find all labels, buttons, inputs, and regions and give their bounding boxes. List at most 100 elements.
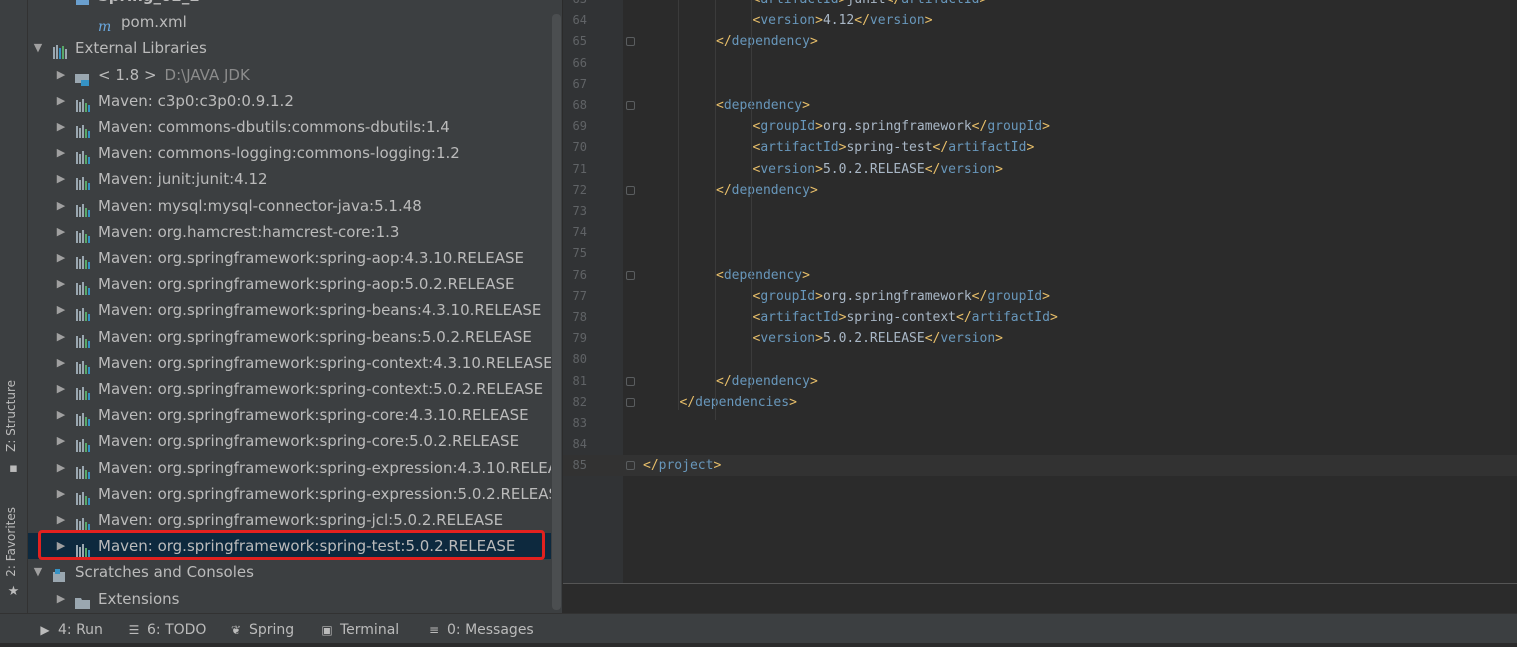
tree-row[interactable]: ▶ Maven: org.springframework:spring-core:… xyxy=(28,428,562,454)
tree-row[interactable]: ▶ Maven: org.springframework:spring-conte… xyxy=(28,350,562,376)
xml-tag-name: artifactId xyxy=(901,0,979,7)
bottom-tab-run[interactable]: ▶ 4: Run xyxy=(38,614,103,643)
tree-row[interactable]: ▶ Maven: org.springframework:spring-beans… xyxy=(28,324,562,350)
bottom-tab-todo[interactable]: ☰ 6: TODO xyxy=(127,614,207,643)
xml-tag-name: dependency xyxy=(731,373,810,389)
collapsed-arrow-icon[interactable]: ▶ xyxy=(55,140,67,166)
libraries-icon xyxy=(52,41,68,60)
tree-row[interactable]: ▶ Maven: org.springframework:spring-expre… xyxy=(28,455,562,481)
collapsed-arrow-icon[interactable]: ▶ xyxy=(55,166,67,192)
tree-row[interactable]: ▶ Extensions xyxy=(28,586,562,612)
code-line[interactable]: 81 </dependency> xyxy=(563,371,1517,392)
collapsed-arrow-icon[interactable]: ▶ xyxy=(55,376,67,402)
tree-row[interactable]: ▶ Maven: org.hamcrest:hamcrest-core:1.3 xyxy=(28,219,562,245)
tree-row-text: Maven: org.springframework:spring-beans:… xyxy=(98,301,542,320)
code-line[interactable]: 67 xyxy=(563,74,1517,95)
collapsed-arrow-icon[interactable]: ▶ xyxy=(55,324,67,350)
code-line[interactable]: 84 xyxy=(563,434,1517,455)
tree-row[interactable]: ▶ Maven: mysql:mysql-connector-java:5.1.4… xyxy=(28,193,562,219)
tree-row[interactable]: ▶ Maven: org.springframework:spring-core:… xyxy=(28,402,562,428)
collapsed-arrow-icon[interactable]: ▶ xyxy=(55,245,67,271)
indent-guide xyxy=(678,0,679,410)
fold-marker-icon[interactable] xyxy=(626,376,635,386)
tree-row[interactable]: ▼ Scratches and Consoles xyxy=(28,559,562,585)
xml-bracket: > xyxy=(802,267,810,283)
tree-row[interactable]: ▶ < 1.8 > D:\JAVA JDK xyxy=(28,62,562,88)
code-line[interactable]: 78 <artifactId>spring-context</artifactId… xyxy=(563,307,1517,328)
tree-row[interactable]: ▶ Maven: commons-dbutils:commons-dbutils:… xyxy=(28,114,562,140)
tree-scrollbar-thumb[interactable] xyxy=(552,14,561,610)
tree-row[interactable]: ▶ Maven: org.springframework:spring-aop:5… xyxy=(28,271,562,297)
tree-row[interactable]: ▶ Maven: junit:junit:4.12 xyxy=(28,166,562,192)
code-line[interactable]: 68 <dependency> xyxy=(563,95,1517,116)
collapsed-arrow-icon[interactable]: ▶ xyxy=(55,271,67,297)
collapsed-arrow-icon[interactable]: ▶ xyxy=(55,193,67,219)
collapsed-arrow-icon[interactable]: ▶ xyxy=(55,297,67,323)
favorites-tab[interactable]: 2: Favorites xyxy=(4,507,18,577)
list-icon: ☰ xyxy=(128,623,140,637)
code-line[interactable]: 64 <version>4.12</version> xyxy=(563,10,1517,31)
code-line[interactable]: 77 <groupId>org.springframework</groupId> xyxy=(563,286,1517,307)
bottom-tab-messages[interactable]: ≡ 0: Messages xyxy=(427,614,534,643)
code-line[interactable]: 83 xyxy=(563,413,1517,434)
collapsed-arrow-icon[interactable]: ▶ xyxy=(55,455,67,481)
code-text: </dependency> xyxy=(716,31,818,52)
collapsed-arrow-icon[interactable]: ▶ xyxy=(55,88,67,114)
code-line[interactable]: 66 xyxy=(563,53,1517,74)
code-line[interactable]: 79 <version>5.0.2.RELEASE</version> xyxy=(563,328,1517,349)
collapsed-arrow-icon[interactable]: ▶ xyxy=(55,219,67,245)
code-text: <groupId>org.springframework</groupId> xyxy=(753,116,1050,137)
code-line[interactable]: 82 </dependencies> xyxy=(563,392,1517,413)
fold-marker-icon[interactable] xyxy=(626,461,635,471)
expanded-arrow-icon[interactable]: ▼ xyxy=(32,559,44,585)
code-line[interactable]: 80 xyxy=(563,349,1517,370)
scratches-icon xyxy=(52,565,68,583)
code-line[interactable]: 72 </dependency> xyxy=(563,180,1517,201)
structure-tab[interactable]: Z: Structure xyxy=(4,380,18,452)
code-line[interactable]: 74 xyxy=(563,222,1517,243)
collapsed-arrow-icon[interactable]: ▶ xyxy=(55,62,67,88)
code-editor[interactable]: 63<artifactId>junit</artifactId>64<versi… xyxy=(563,0,1517,613)
library-icon xyxy=(75,251,91,269)
code-line[interactable]: 70 <artifactId>spring-test</artifactId> xyxy=(563,137,1517,158)
expanded-arrow-icon[interactable]: ▼ xyxy=(32,35,44,61)
tree-row[interactable]: m pom.xml xyxy=(28,9,562,35)
code-line[interactable]: 65 </dependency> xyxy=(563,31,1517,52)
tree-row[interactable]: ▶ Maven: org.springframework:spring-conte… xyxy=(28,376,562,402)
code-line[interactable]: 76 <dependency> xyxy=(563,265,1517,286)
tree-row[interactable]: Spring_02_2 xyxy=(28,0,562,9)
collapsed-arrow-icon[interactable]: ▶ xyxy=(55,428,67,454)
tree-row[interactable]: ▶ Maven: c3p0:c3p0:0.9.1.2 xyxy=(28,88,562,114)
code-line[interactable]: 75 xyxy=(563,243,1517,264)
collapsed-arrow-icon[interactable]: ▶ xyxy=(55,402,67,428)
fold-marker-icon[interactable] xyxy=(626,101,635,110)
bottom-tab-terminal[interactable]: ▣ Terminal xyxy=(320,614,399,643)
tree-row-text: Maven: org.springframework:spring-aop:4.… xyxy=(98,249,524,267)
bottom-tab-spring[interactable]: ❦ Spring xyxy=(229,614,294,643)
fold-marker-icon[interactable] xyxy=(626,270,635,280)
tree-row[interactable]: ▶ Maven: org.springframework:spring-beans… xyxy=(28,297,562,323)
collapsed-arrow-icon[interactable]: ▶ xyxy=(55,586,67,612)
code-line[interactable]: 69 <groupId>org.springframework</groupId> xyxy=(563,116,1517,137)
fold-marker-icon[interactable] xyxy=(626,37,635,47)
code-line[interactable]: 63<artifactId>junit</artifactId> xyxy=(563,0,1517,10)
tree-row[interactable]: ▼ External Libraries xyxy=(28,35,562,61)
tree-row-text: Maven: c3p0:c3p0:0.9.1.2 xyxy=(98,91,294,110)
code-line[interactable]: 73 xyxy=(563,201,1517,222)
fold-marker-icon[interactable] xyxy=(626,185,635,195)
code-text: <dependency> xyxy=(716,95,810,116)
collapsed-arrow-icon[interactable]: ▶ xyxy=(55,350,67,376)
tree-row-label: Maven: org.hamcrest:hamcrest-core:1.3 xyxy=(98,219,399,245)
code-line[interactable]: 71 <version>5.0.2.RELEASE</version> xyxy=(563,159,1517,180)
collapsed-arrow-icon[interactable]: ▶ xyxy=(55,114,67,140)
tree-row[interactable]: ▶ Maven: org.springframework:spring-aop:4… xyxy=(28,245,562,271)
xml-tag-name: artifactId xyxy=(760,0,838,7)
code-line[interactable]: 85 </project> xyxy=(563,455,1517,477)
fold-marker-icon[interactable] xyxy=(626,397,635,407)
line-number: 77 xyxy=(572,288,587,303)
library-icon xyxy=(75,277,91,296)
collapsed-arrow-icon[interactable]: ▶ xyxy=(55,481,67,507)
line-number: 81 xyxy=(572,373,587,388)
tree-row[interactable]: ▶ Maven: commons-logging:commons-logging:… xyxy=(28,140,562,166)
tree-row[interactable]: ▶ Maven: org.springframework:spring-expre… xyxy=(28,481,562,507)
